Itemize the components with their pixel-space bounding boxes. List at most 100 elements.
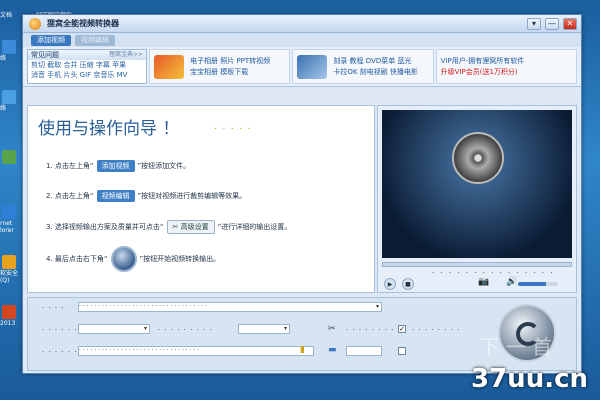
promo-line: 刻录 教程 DVD菜单 蓝光 [333, 56, 412, 65]
step-text: 2. 点击左上角“ [46, 192, 94, 200]
video-preview-screen [382, 110, 572, 258]
desktop-shortcut[interactable] [0, 150, 20, 165]
promo-photo-album[interactable]: 电子相册 照片 PPT转视频 宝宝相册 模板下载 [149, 49, 291, 84]
output-dir-label: · · · · · · [42, 348, 78, 356]
promo-line: 电子相册 照片 PPT转视频 [190, 56, 271, 65]
watermark-shadow: 下 一 首 [479, 335, 552, 359]
faq-links-row[interactable]: 剪切 截取 合并 压缩 字幕 苹果 [28, 60, 146, 70]
advanced-settings-label: 高级设置 [180, 223, 209, 231]
faq-header: 常见问题 狸窝宝典>> [28, 50, 146, 60]
guide-step-1: 1. 点击左上角“ 添加视频 ”按钮添加文件。 [46, 160, 190, 172]
network-icon [2, 90, 16, 104]
desktop-shortcut[interactable]: 络 [0, 40, 20, 62]
desktop-shortcut-label: 2013 [0, 320, 16, 327]
recycle-icon [2, 150, 16, 164]
network-icon [2, 40, 16, 54]
title-bar: 狸窝全能视频转换器 ▾ — ✕ [23, 15, 581, 33]
step-text: ”进行详细的输出设置。 [217, 223, 292, 231]
snapshot-icon[interactable]: 📷 [478, 277, 489, 287]
desktop-label: 文档 [0, 12, 13, 19]
chevron-down-icon: ▾ [143, 325, 147, 332]
window-controls: ▾ — ✕ [527, 17, 581, 30]
promo-vip[interactable]: VIP用户-拥有狸窝所有软件 升级VIP会员(送1万积分) [435, 49, 577, 84]
step-text: ”按钮开始视频转换输出。 [139, 255, 221, 263]
option-checkbox[interactable]: ✓ [398, 325, 406, 333]
dvd-icon [297, 54, 328, 79]
volume-slider[interactable] [518, 282, 558, 286]
converter-window: 狸窝全能视频转换器 ▾ — ✕ 添加视频 视频编辑 常见问题 狸窝宝典>> 剪切… [22, 14, 582, 374]
step-text: 1. 点击左上角“ [46, 162, 94, 170]
banner-row: 常见问题 狸窝宝典>> 剪切 截取 合并 压缩 字幕 苹果 消音 手机 片头 G… [23, 47, 581, 87]
guide-title-dots: · · · · · [214, 124, 252, 135]
desktop-shortcut-label: 络 [0, 55, 7, 62]
preset-label: · · · · [42, 304, 65, 312]
step-text: 3. 选择视频输出方案及质量并可点击“ [46, 223, 164, 231]
faq-title: 常见问题 [31, 51, 59, 59]
desktop-shortcut[interactable]: 络 [0, 90, 20, 112]
output-dir-field[interactable]: · · · · · · · · · · · · · · · · · · · · … [78, 346, 314, 356]
promo-dvd[interactable]: 刻录 教程 DVD菜单 蓝光 卡拉OK 刻电视剧 快播电影 [292, 49, 434, 84]
edit-video-hint-button[interactable]: 视频编辑 [96, 190, 135, 202]
chevron-down-icon: ▾ [283, 325, 287, 332]
minimize-button[interactable]: — [545, 17, 559, 30]
option-label: · · · · · · · · [412, 326, 461, 334]
close-button[interactable]: ✕ [563, 17, 577, 30]
film-reel-icon [452, 132, 504, 184]
open-folder-icon[interactable]: ▬ [328, 345, 337, 355]
preset-value: · · · · · · · · · · · · · · · · · · · · … [79, 303, 207, 310]
guide-title: 使用与操作向导 ！ [38, 119, 180, 139]
advanced-settings-link[interactable]: · · · · · · · · [346, 326, 394, 334]
quality-label: · · · · · · [42, 326, 78, 334]
photo-album-icon [154, 54, 184, 79]
faq-more-link[interactable]: 狸窝宝典>> [109, 50, 143, 60]
desktop-shortcut-label: 软安全 (Q) [0, 270, 19, 284]
promo-line-highlight: 升级VIP会员(送1万积分) [440, 67, 518, 76]
faq-links-row[interactable]: 消音 手机 片头 GIF 京音乐 MV [28, 70, 146, 80]
preview-panel: · · · · · · · · · · · · · · · ▶ ■ 📷 🔊 [377, 105, 577, 293]
add-video-button[interactable]: 添加视频 [31, 35, 71, 46]
shield-icon [2, 255, 16, 269]
output-dir-value: · · · · · · · · · · · · · · · · · · · · … [79, 347, 200, 354]
open-output-button[interactable] [346, 346, 382, 356]
add-video-hint-button[interactable]: 添加视频 [96, 160, 135, 172]
preset-select[interactable]: · · · · · · · · · · · · · · · · · · · · … [78, 302, 382, 312]
audio-quality-label: · · · · · · · · · [158, 326, 213, 334]
seek-bar[interactable] [382, 262, 572, 267]
step-text: ”按钮对视频进行裁剪编辑等效果。 [137, 192, 247, 200]
office-icon [2, 305, 16, 319]
volume-icon[interactable]: 🔊 [506, 277, 517, 287]
guide-step-3: 3. 选择视频输出方案及质量并可点击“ ✂ 高级设置 ”进行详细的输出设置。 [46, 220, 291, 234]
app-logo-icon [29, 17, 41, 30]
seek-ticks: · · · · · · · · · · · · · · · [432, 269, 555, 277]
promo-line: 宝宝相册 模板下载 [190, 67, 249, 76]
toolbar: 添加视频 视频编辑 [23, 33, 581, 47]
promo-line: 卡拉OK 刻电视剧 快播电影 [333, 67, 418, 76]
option-checkbox[interactable] [398, 347, 406, 355]
advanced-settings-hint-button[interactable]: ✂ 高级设置 [166, 220, 215, 234]
ie-icon [2, 205, 16, 219]
folder-icon[interactable]: ▮ [300, 345, 305, 355]
guide-step-2: 2. 点击左上角“ 视频编辑 ”按钮对视频进行裁剪编辑等效果。 [46, 190, 246, 202]
desktop-shortcut[interactable]: rnet lorer [0, 205, 20, 234]
desktop-shortcut[interactable]: 2013 [0, 305, 20, 327]
convert-hint-icon [110, 246, 137, 272]
wrench-icon: ✂ [172, 223, 181, 231]
window-title: 狸窝全能视频转换器 [47, 19, 119, 28]
guide-step-4: 4. 最后点击右下角“ ”按钮开始视频转换输出。 [46, 246, 220, 272]
edit-video-button[interactable]: 视频编辑 [75, 35, 115, 46]
step-text: 4. 最后点击右下角“ [46, 255, 108, 263]
desktop-shortcut[interactable]: 软安全 (Q) [0, 255, 20, 284]
play-button[interactable]: ▶ [384, 278, 396, 290]
audio-quality-select[interactable]: ▾ [238, 324, 290, 334]
desktop-shortcut-label: rnet lorer [0, 220, 14, 234]
stop-button[interactable]: ■ [402, 278, 414, 290]
settings-wrench-icon[interactable]: ✂ [328, 324, 336, 334]
site-watermark: 37uu.cn [471, 364, 588, 394]
promo-line: VIP用户-拥有狸窝所有软件 [440, 56, 525, 65]
chevron-down-icon: ▾ [375, 303, 379, 310]
desktop-shortcut-label: 络 [0, 105, 7, 112]
menu-dropdown-button[interactable]: ▾ [527, 17, 541, 30]
video-quality-select[interactable]: ▾ [78, 324, 150, 334]
usage-guide-panel: 使用与操作向导 ！ · · · · · 1. 点击左上角“ 添加视频 ”按钮添加… [27, 105, 375, 293]
faq-panel: 常见问题 狸窝宝典>> 剪切 截取 合并 压缩 字幕 苹果 消音 手机 片头 G… [27, 49, 147, 84]
